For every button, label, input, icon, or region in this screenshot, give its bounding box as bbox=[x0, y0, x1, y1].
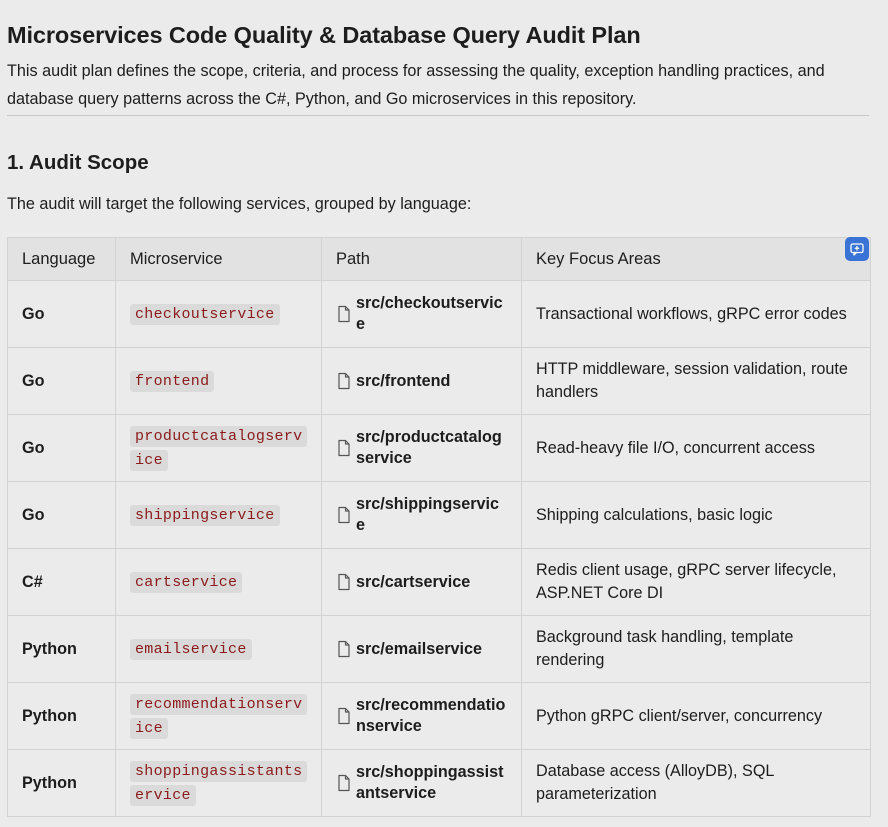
file-icon bbox=[338, 506, 350, 524]
cell-focus-areas: Database access (AlloyDB), SQL parameter… bbox=[521, 749, 871, 817]
cell-path: src/checkoutservice bbox=[321, 280, 522, 348]
audit-scope-table-container: Language Microservice Path Key Focus Are… bbox=[7, 237, 871, 817]
microservice-code: checkoutservice bbox=[130, 304, 280, 325]
page-title: Microservices Code Quality & Database Qu… bbox=[7, 22, 641, 48]
table-row: Go shippingservice src/shippingservice S… bbox=[7, 481, 871, 549]
cell-path: src/productcatalogservice bbox=[321, 414, 522, 482]
cell-language: Go bbox=[7, 414, 116, 482]
microservice-code: productcatalogservice bbox=[130, 426, 308, 471]
file-icon bbox=[338, 573, 350, 591]
cell-language: Go bbox=[7, 347, 116, 415]
cell-language: Go bbox=[7, 481, 116, 549]
microservice-code: emailservice bbox=[130, 639, 252, 660]
cell-microservice: emailservice bbox=[115, 615, 322, 683]
audit-scope-table: Language Microservice Path Key Focus Are… bbox=[7, 237, 871, 817]
intro-paragraph: This audit plan defines the scope, crite… bbox=[7, 57, 869, 116]
section-heading-audit-scope: 1. Audit Scope bbox=[7, 151, 149, 174]
cell-language: Python bbox=[7, 615, 116, 683]
table-row: Python recommendationservice src/recomme… bbox=[7, 682, 871, 750]
header-language: Language bbox=[7, 237, 116, 281]
add-comment-icon bbox=[850, 242, 864, 256]
table-header-row: Language Microservice Path Key Focus Are… bbox=[7, 237, 871, 281]
path-link[interactable]: src/productcatalogservice bbox=[356, 427, 507, 469]
cell-path: src/cartservice bbox=[321, 548, 522, 616]
microservice-code: shippingservice bbox=[130, 505, 280, 526]
document: Microservices Code Quality & Database Qu… bbox=[7, 0, 871, 817]
cell-focus-areas: HTTP middleware, session validation, rou… bbox=[521, 347, 871, 415]
cell-microservice: frontend bbox=[115, 347, 322, 415]
path-link[interactable]: src/frontend bbox=[356, 371, 450, 392]
cell-microservice: cartservice bbox=[115, 548, 322, 616]
cell-path: src/shippingservice bbox=[321, 481, 522, 549]
cell-focus-areas: Redis client usage, gRPC server lifecycl… bbox=[521, 548, 871, 616]
file-icon bbox=[338, 640, 350, 658]
table-row: Python emailservice src/emailservice Bac… bbox=[7, 615, 871, 683]
table-row: Go productcatalogservice src/productcata… bbox=[7, 414, 871, 482]
cell-language: Python bbox=[7, 749, 116, 817]
header-microservice: Microservice bbox=[115, 237, 322, 281]
file-icon bbox=[338, 774, 350, 792]
cell-language: Python bbox=[7, 682, 116, 750]
cell-microservice: shoppingassistantservice bbox=[115, 749, 322, 817]
microservice-code: cartservice bbox=[130, 572, 243, 593]
section-lead: The audit will target the following serv… bbox=[7, 195, 472, 213]
path-link[interactable]: src/emailservice bbox=[356, 639, 482, 660]
table-row: C# cartservice src/cartservice Redis cli… bbox=[7, 548, 871, 616]
cell-focus-areas: Background task handling, template rende… bbox=[521, 615, 871, 683]
cell-language: C# bbox=[7, 548, 116, 616]
table-row: Python shoppingassistantservice src/shop… bbox=[7, 749, 871, 817]
cell-microservice: checkoutservice bbox=[115, 280, 322, 348]
cell-focus-areas: Read-heavy file I/O, concurrent access bbox=[521, 414, 871, 482]
cell-microservice: recommendationservice bbox=[115, 682, 322, 750]
file-icon bbox=[338, 707, 350, 725]
cell-focus-areas: Transactional workflows, gRPC error code… bbox=[521, 280, 871, 348]
file-icon bbox=[338, 439, 350, 457]
cell-focus-areas: Python gRPC client/server, concurrency bbox=[521, 682, 871, 750]
add-comment-button[interactable] bbox=[845, 237, 869, 261]
cell-path: src/shoppingassistantservice bbox=[321, 749, 522, 817]
header-focus-areas: Key Focus Areas bbox=[521, 237, 871, 281]
table-row: Go checkoutservice src/checkoutservice T… bbox=[7, 280, 871, 348]
file-icon bbox=[338, 305, 350, 323]
path-link[interactable]: src/shippingservice bbox=[356, 494, 507, 536]
path-link[interactable]: src/recommendationservice bbox=[356, 695, 507, 737]
cell-path: src/frontend bbox=[321, 347, 522, 415]
microservice-code: recommendationservice bbox=[130, 694, 308, 739]
microservice-code: frontend bbox=[130, 371, 215, 392]
header-path: Path bbox=[321, 237, 522, 281]
path-link[interactable]: src/shoppingassistantservice bbox=[356, 762, 507, 804]
cell-path: src/emailservice bbox=[321, 615, 522, 683]
table-row: Go frontend src/frontend HTTP middleware… bbox=[7, 347, 871, 415]
microservice-code: shoppingassistantservice bbox=[130, 761, 308, 806]
cell-microservice: shippingservice bbox=[115, 481, 322, 549]
cell-path: src/recommendationservice bbox=[321, 682, 522, 750]
path-link[interactable]: src/checkoutservice bbox=[356, 293, 507, 335]
cell-microservice: productcatalogservice bbox=[115, 414, 322, 482]
cell-focus-areas: Shipping calculations, basic logic bbox=[521, 481, 871, 549]
path-link[interactable]: src/cartservice bbox=[356, 572, 470, 593]
file-icon bbox=[338, 372, 350, 390]
cell-language: Go bbox=[7, 280, 116, 348]
